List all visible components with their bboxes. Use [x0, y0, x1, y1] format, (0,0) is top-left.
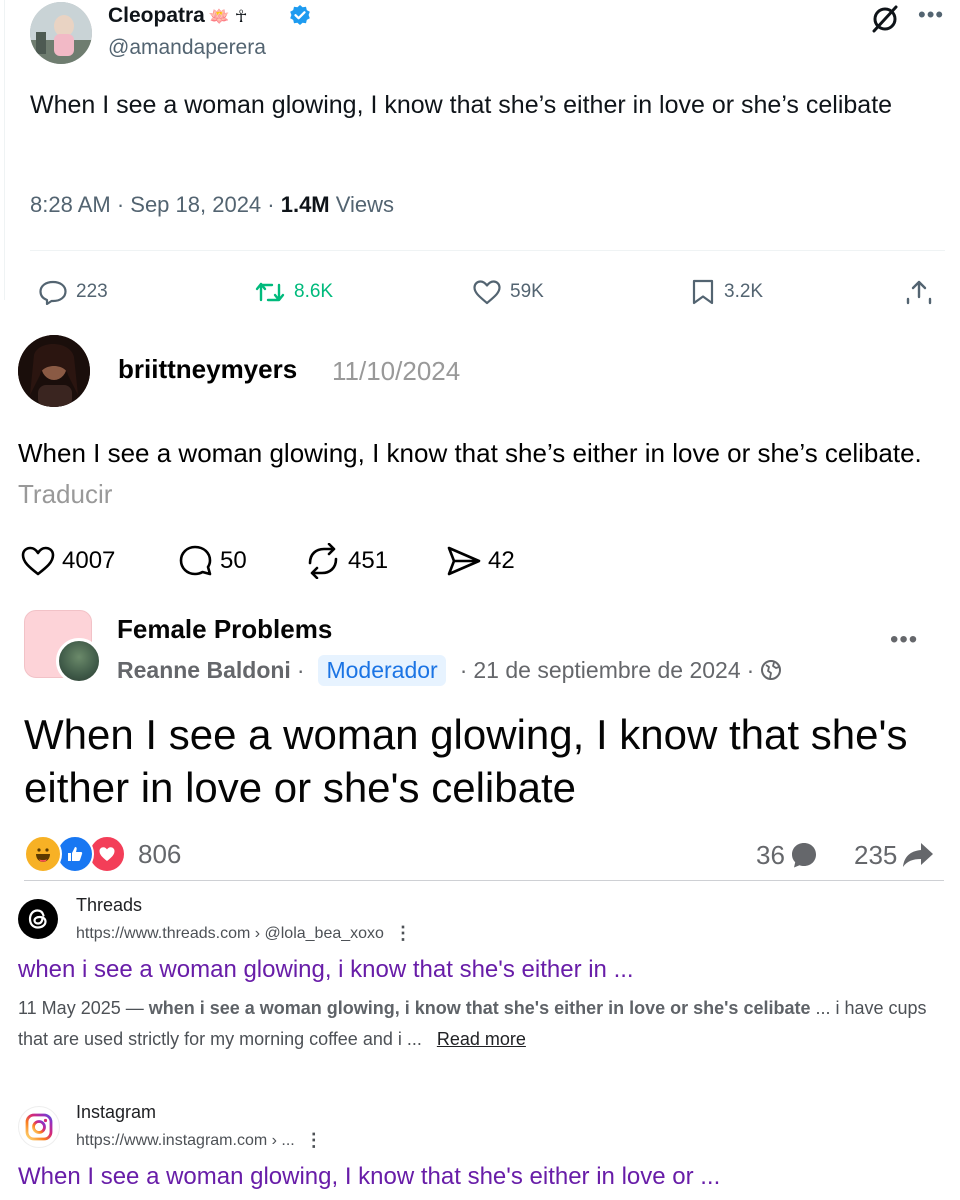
share-button[interactable]: [904, 278, 934, 306]
reply-icon: [179, 545, 212, 576]
more-options-icon[interactable]: •••: [890, 626, 918, 654]
tweet-time-date[interactable]: 8:28 AM · Sep 18, 2024 ·: [30, 192, 281, 217]
separator: ·: [746, 656, 755, 683]
result-snippet: 11 May 2025 — when i see a woman glowing…: [18, 993, 938, 1055]
heart-icon: [21, 546, 55, 576]
separator: ·: [459, 656, 468, 683]
shares-count: 235: [854, 839, 898, 870]
threads-username[interactable]: briittneymyers: [118, 354, 297, 385]
result-menu-icon[interactable]: ⋮: [394, 923, 412, 944]
haha-reaction-icon: [24, 835, 62, 873]
bookmark-count: 3.2K: [724, 281, 764, 302]
shares-count-button[interactable]: 235: [854, 838, 935, 872]
instagram-favicon-icon: [18, 1106, 60, 1148]
like-button[interactable]: 59K: [472, 278, 544, 306]
author-avatar[interactable]: [56, 638, 102, 684]
result-url-text[interactable]: https://www.instagram.com › ...: [76, 1132, 295, 1150]
result-menu-icon[interactable]: ⋮: [305, 1130, 323, 1151]
divider: [30, 250, 945, 251]
tweet-meta: 8:28 AM · Sep 18, 2024 · 1.4M Views: [30, 192, 394, 218]
post-meta: Reanne Baldoni · Moderador · 21 de septi…: [117, 652, 782, 688]
repost-count: 8.6K: [294, 281, 334, 302]
post-date: 11/10/2024: [332, 356, 461, 386]
author-name[interactable]: Reanne Baldoni: [117, 657, 291, 684]
result-url[interactable]: https://www.instagram.com › ... ⋮: [76, 1130, 323, 1151]
handle[interactable]: @amandaperera: [108, 36, 266, 60]
result-title-link[interactable]: When I see a woman glowing, I know that …: [18, 1163, 720, 1191]
read-more-link[interactable]: Read more: [437, 1029, 526, 1049]
display-name[interactable]: Cleopatra 🪷 ☥: [108, 4, 247, 28]
reply-button[interactable]: 50: [178, 544, 247, 578]
globe-icon: [761, 660, 782, 680]
twitter-border: [4, 0, 5, 300]
repost-icon: [308, 543, 338, 579]
reactions-count: 806: [138, 838, 182, 869]
translate-link[interactable]: Traducir: [18, 479, 112, 509]
divider: [24, 880, 944, 881]
post-text: When I see a woman glowing, I know that …: [24, 711, 908, 811]
views-label: Views: [329, 192, 395, 217]
result-site-name: Threads: [76, 895, 143, 915]
share-button[interactable]: 42: [446, 544, 515, 578]
reply-count: 223: [76, 281, 108, 302]
avatar-photo: [30, 2, 92, 64]
result-site-name: Instagram: [76, 1102, 157, 1122]
tweet-text: When I see a woman glowing, I know that …: [30, 91, 893, 119]
result-url-text[interactable]: https://www.threads.com › @lola_bea_xoxo: [76, 925, 384, 943]
result-title-link[interactable]: when i see a woman glowing, i know that …: [18, 956, 634, 984]
repost-button[interactable]: 451: [304, 543, 389, 579]
avatar[interactable]: [30, 2, 92, 64]
comments-count: 36: [756, 839, 785, 870]
verified-badge-icon: [288, 4, 312, 28]
snippet-date: 11 May 2025 —: [18, 998, 149, 1018]
send-icon: [447, 546, 481, 576]
comments-count-button[interactable]: 36: [756, 838, 819, 872]
result-url[interactable]: https://www.threads.com › @lola_bea_xoxo…: [76, 923, 412, 944]
reply-button[interactable]: 223: [38, 278, 108, 306]
share-icon: [906, 280, 932, 305]
bookmark-icon: [692, 279, 714, 305]
bookmark-button[interactable]: 3.2K: [690, 278, 763, 306]
grok-icon[interactable]: [870, 4, 900, 34]
more-options-icon[interactable]: •••: [918, 2, 944, 28]
views-count: 1.4M: [280, 192, 330, 217]
post-text: When I see a woman glowing, I know that …: [18, 438, 922, 468]
like-button[interactable]: 4007: [20, 544, 115, 578]
post-date[interactable]: 21 de septiembre de 2024: [473, 657, 740, 684]
repost-count: 451: [348, 547, 389, 574]
share-arrow-icon: [903, 843, 934, 867]
group-name[interactable]: Female Problems: [117, 614, 332, 645]
avatar-photo: [18, 335, 90, 407]
reply-icon: [39, 280, 67, 305]
moderator-badge: Moderador: [318, 654, 446, 686]
avatar[interactable]: [18, 335, 90, 407]
separator: ·: [296, 656, 305, 683]
reply-count: 50: [220, 547, 247, 574]
name-emoji: 🪷 ☥: [208, 7, 248, 26]
share-count: 42: [488, 547, 515, 574]
threads-favicon-icon: [18, 899, 58, 939]
like-count: 4007: [62, 547, 116, 574]
like-count: 59K: [510, 281, 544, 302]
comment-icon: [791, 843, 816, 868]
reactions-summary[interactable]: 806: [24, 835, 181, 873]
snippet-bold: when i see a woman glowing, i know that …: [148, 998, 811, 1018]
repost-button[interactable]: 8.6K: [254, 278, 333, 306]
threads-post-text: When I see a woman glowing, I know that …: [18, 433, 953, 515]
heart-icon: [473, 280, 501, 305]
repost-icon: [255, 282, 285, 302]
